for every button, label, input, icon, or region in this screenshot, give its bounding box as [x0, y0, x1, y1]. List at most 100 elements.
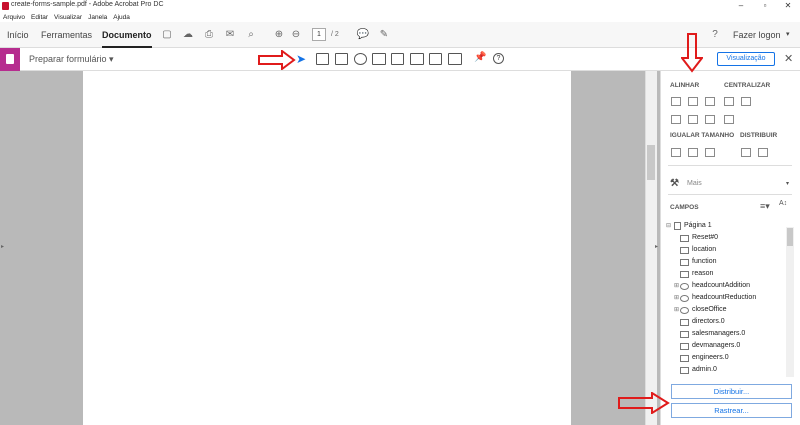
menu-janela[interactable]: Janela	[88, 14, 107, 21]
tab-document[interactable]: Documento	[102, 30, 152, 48]
date-field-icon[interactable]	[448, 53, 462, 65]
center-both-icon[interactable]	[724, 115, 734, 124]
form-field-icon	[680, 259, 689, 266]
title-bar: create-forms-sample.pdf - Adobe Acrobat …	[0, 0, 800, 12]
align-heading: ALINHAR	[670, 82, 700, 89]
form-title[interactable]: Preparar formulário ▾	[29, 54, 114, 65]
menu-ajuda[interactable]: Ajuda	[113, 14, 130, 21]
distribute-heading: DISTRIBUIR	[740, 132, 778, 139]
menu-editar[interactable]: Editar	[31, 14, 48, 21]
close-tool-icon[interactable]: ✕	[784, 52, 793, 65]
pin-icon[interactable]: 📌	[474, 52, 486, 63]
radio-group-icon	[680, 307, 689, 314]
page-number-input[interactable]: 1	[312, 28, 326, 41]
tab-home[interactable]: Início	[7, 30, 29, 40]
form-field-icon	[680, 319, 689, 326]
save-icon[interactable]: ▢	[160, 28, 174, 42]
form-field-icon	[680, 331, 689, 338]
field-label: Reset#0	[692, 234, 719, 241]
field-label: location	[692, 246, 717, 253]
tree-expand-icon[interactable]: ⊟	[666, 222, 671, 229]
minimize-icon[interactable]: –	[730, 0, 752, 12]
chevron-down-icon[interactable]: ▾	[786, 30, 790, 38]
image-field-icon[interactable]	[429, 53, 442, 65]
tree-expand-icon[interactable]: ⊞	[674, 294, 679, 301]
radio-button-icon[interactable]	[354, 53, 367, 65]
login-link[interactable]: Fazer logon	[733, 30, 781, 40]
prev-page-icon[interactable]: ⊕	[272, 28, 286, 42]
match-both-icon[interactable]	[705, 148, 715, 157]
preview-button[interactable]: Visualização	[717, 52, 775, 66]
tab-tools[interactable]: Ferramentas	[41, 30, 92, 40]
list-box-icon[interactable]	[372, 53, 386, 65]
align-bottom-icon[interactable]	[671, 115, 681, 124]
print-icon[interactable]: ⎙	[202, 28, 216, 42]
distribute-button[interactable]: Distribuir...	[671, 384, 792, 399]
form-field-icon	[680, 247, 689, 254]
annotation-arrow-down-icon	[681, 33, 703, 73]
select-cursor-icon[interactable]: ➤	[296, 52, 306, 66]
main-toolbar: Início Ferramentas Documento ▢ ☁ ⎙ ✉ ⌕ ⊕…	[0, 22, 800, 48]
field-label: directors.0	[692, 318, 725, 325]
text-field-icon[interactable]	[316, 53, 329, 65]
menu-visualizar[interactable]: Visualizar	[54, 14, 82, 21]
document-scrollbar-thumb[interactable]	[647, 145, 655, 180]
pdf-page[interactable]	[83, 71, 571, 425]
left-panel-toggle-icon[interactable]: ▸	[1, 243, 4, 250]
align-middle-vertical-icon[interactable]	[688, 115, 698, 124]
match-width-icon[interactable]	[688, 148, 698, 157]
help-icon[interactable]: ?	[708, 28, 722, 42]
center-vertical-icon[interactable]	[741, 97, 751, 106]
more-label[interactable]: Mais	[687, 180, 702, 187]
form-toolbar: Preparar formulário ▾ ➤ 📌 ? Visualização…	[0, 48, 800, 71]
track-button[interactable]: Rastrear...	[671, 403, 792, 418]
align-middle-horizontal-icon[interactable]	[705, 115, 715, 124]
form-field-icon	[680, 271, 689, 278]
center-horizontal-icon[interactable]	[724, 97, 734, 106]
menu-arquivo[interactable]: Arquivo	[3, 14, 25, 21]
comment-icon[interactable]: 💬	[356, 28, 370, 42]
fields-scrollbar[interactable]	[786, 227, 794, 377]
maximize-icon[interactable]: ▫	[754, 0, 776, 12]
form-field-icon	[680, 355, 689, 362]
pen-icon[interactable]: ✎	[377, 28, 391, 42]
close-window-icon[interactable]: ✕	[777, 0, 799, 12]
distribute-vertical-icon[interactable]	[758, 148, 768, 157]
dropdown-icon[interactable]	[391, 53, 404, 65]
match-height-icon[interactable]	[671, 148, 681, 157]
page-node-label[interactable]: Página 1	[684, 222, 712, 229]
page-total: / 2	[331, 31, 339, 38]
checkbox-icon[interactable]	[335, 53, 348, 65]
fields-heading: CAMPOS	[670, 204, 699, 211]
tools-more-icon[interactable]: ⚒	[670, 178, 679, 189]
fields-scrollbar-thumb[interactable]	[787, 228, 793, 246]
window-title: create-forms-sample.pdf - Adobe Acrobat …	[11, 1, 164, 8]
form-help-icon[interactable]: ?	[493, 53, 504, 64]
distribute-horizontal-icon[interactable]	[741, 148, 751, 157]
tree-expand-icon[interactable]: ⊞	[674, 306, 679, 313]
search-icon[interactable]: ⌕	[244, 28, 258, 42]
align-right-icon[interactable]	[688, 97, 698, 106]
prepare-form-icon	[0, 48, 20, 71]
align-left-icon[interactable]	[671, 97, 681, 106]
form-field-icon	[680, 235, 689, 242]
panel-divider	[668, 165, 792, 166]
email-icon[interactable]: ✉	[223, 28, 237, 42]
field-label: headcountAddition	[692, 282, 750, 289]
form-title-label: Preparar formulário	[29, 54, 107, 64]
right-panel-toggle-icon[interactable]: ▸	[655, 243, 658, 250]
align-top-icon[interactable]	[705, 97, 715, 106]
upload-cloud-icon[interactable]: ☁	[181, 28, 195, 42]
more-chevron-icon[interactable]: ▾	[786, 180, 789, 187]
button-field-icon[interactable]	[410, 53, 424, 65]
sort-order-icon[interactable]: A↕	[779, 200, 787, 207]
next-page-icon[interactable]: ⊖	[289, 28, 303, 42]
tree-expand-icon[interactable]: ⊞	[674, 282, 679, 289]
field-label: reason	[692, 270, 714, 277]
sort-icon[interactable]: ≡▾	[760, 201, 770, 212]
center-heading: CENTRALIZAR	[724, 82, 771, 89]
field-label: function	[692, 258, 717, 265]
annotation-arrow-right-icon	[258, 50, 296, 70]
acrobat-app-icon	[2, 2, 9, 10]
field-label: devmanagers.0	[692, 342, 741, 349]
